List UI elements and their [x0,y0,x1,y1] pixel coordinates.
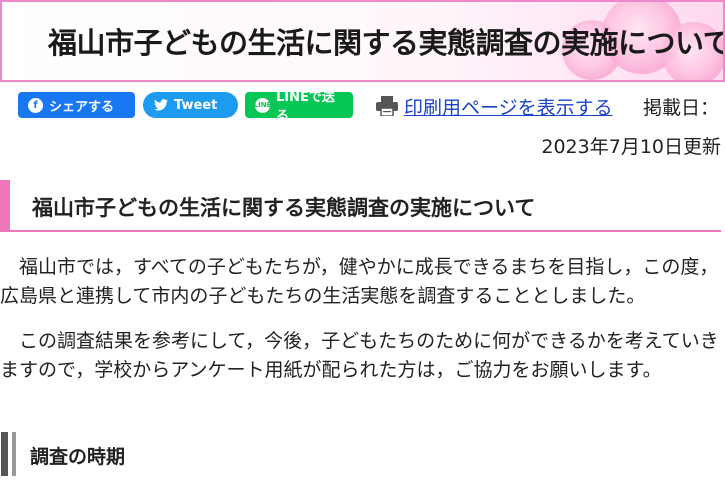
updated-date: 2023年7月10日更新 [541,136,721,158]
section-heading-text: 福山市子どもの生活に関する実態調査の実施について [32,196,536,220]
subsection-heading-text: 調査の時期 [30,446,126,468]
title-banner: 福山市子どもの生活に関する実態調査の実施について [0,0,725,82]
heading-bar [1,432,8,476]
facebook-share-label: シェアする [49,99,115,115]
facebook-icon: f [28,97,43,113]
printer-icon[interactable] [376,96,398,116]
posted-date-label: 掲載日： [643,97,720,119]
request-paragraph: この調査結果を参考にして，今後，子どもたちのために何ができるかを考えていきますの… [0,330,719,381]
heading-bar [12,432,16,476]
tweet-label: Tweet [174,97,218,113]
page-title: 福山市子どもの生活に関する実態調査の実施について [48,26,725,60]
twitter-bird-icon [153,98,168,113]
print-page-link[interactable]: 印刷用ページを表示する [404,93,613,120]
facebook-share-button[interactable]: f シェアする [18,92,135,118]
section-heading: 福山市子どもの生活に関する実態調査の実施について [0,180,721,232]
subsection-heading: 調査の時期 [0,432,300,476]
tweet-button[interactable]: Tweet [143,92,238,118]
line-share-label: LINEで送る [276,90,335,124]
line-icon: LINE [254,97,271,113]
line-share-button[interactable]: LINE LINEで送る [245,90,353,124]
intro-paragraph: 福山市では，すべての子どもたちが，健やかに成長できるまちを目指し，この度，広島県… [0,256,719,307]
